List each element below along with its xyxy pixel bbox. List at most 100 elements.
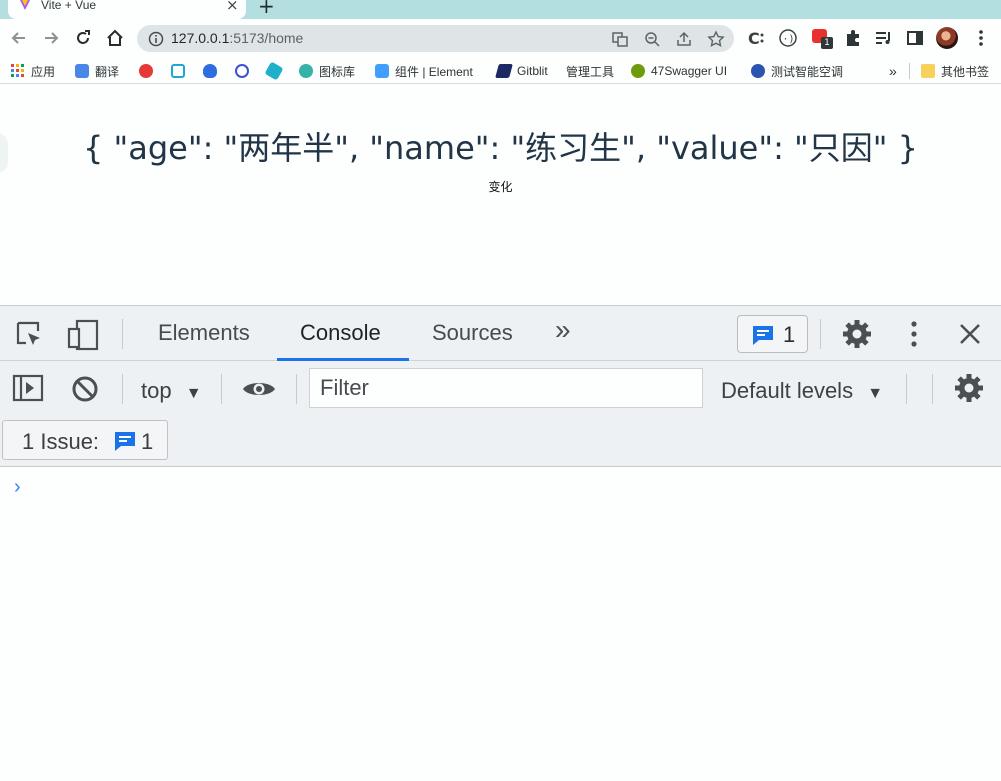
bookmark-aircon[interactable]: 测试智能空调 — [751, 62, 843, 80]
bookmark-hexagon[interactable] — [264, 61, 287, 81]
json-display: { "age": "两年半", "name": "练习生", "value": … — [82, 129, 918, 167]
translate-page-icon[interactable] — [611, 30, 629, 48]
puzzle-icon[interactable] — [843, 28, 863, 48]
bookmark-label: 应用 — [31, 64, 56, 79]
browser-toolbar: 127.0.0.1:5173/home C ·) 1 — [0, 19, 1001, 57]
extension-code-icon[interactable]: ·) — [778, 28, 798, 48]
kebab-menu-icon[interactable] — [971, 28, 991, 48]
info-icon[interactable] — [147, 30, 165, 48]
eye-icon[interactable] — [242, 378, 276, 400]
tab-elements[interactable]: Elements — [158, 320, 250, 346]
filter-input[interactable] — [309, 368, 703, 408]
context-value: top — [141, 378, 172, 403]
bookmark-label: 图标库 — [319, 64, 356, 79]
bookmark-g[interactable] — [139, 62, 159, 80]
tab-sources[interactable]: Sources — [432, 320, 513, 346]
tab-strip: Vite + Vue × + — [0, 0, 1001, 19]
dropdown-arrow-icon: ▼ — [185, 385, 202, 402]
side-panel-icon[interactable] — [905, 28, 925, 48]
g-red-icon — [139, 64, 153, 78]
forward-button[interactable] — [39, 26, 63, 50]
bookmark-element[interactable]: 组件 | Element — [375, 62, 473, 80]
bookmark-swagger[interactable]: 47Swagger UI — [631, 62, 727, 80]
console-toolbar: top ▼ Default levels ▼ — [0, 361, 1001, 415]
translate-icon — [75, 64, 89, 78]
home-icon — [107, 29, 123, 46]
tab-divider — [820, 319, 821, 349]
message-icon — [753, 326, 773, 345]
toolbar-divider — [932, 374, 933, 404]
bilibili-icon — [171, 64, 185, 78]
change-button[interactable]: 变化 — [0, 178, 1001, 195]
new-tab-button[interactable]: + — [258, 0, 275, 18]
bookmark-iconfont[interactable]: 图标库 — [299, 62, 355, 80]
log-levels-dropdown[interactable]: Default levels ▼ — [721, 378, 883, 404]
reload-icon — [77, 30, 90, 44]
bookmark-gitblit[interactable]: Gitblit — [495, 62, 548, 80]
console-prompt-icon: › — [14, 476, 21, 498]
issues-label: 1 Issue: — [22, 429, 100, 454]
toolbar-divider — [221, 374, 222, 404]
url-path: :5173/home — [229, 30, 304, 46]
extension-badge: 1 — [821, 37, 833, 49]
kebab-menu-icon[interactable] — [902, 319, 926, 349]
device-toolbar-icon[interactable] — [67, 319, 101, 351]
clear-console-icon[interactable] — [70, 374, 100, 404]
bookmark-star-icon[interactable] — [707, 30, 725, 48]
extension-c-icon[interactable]: C — [746, 28, 766, 48]
log-levels-value: Default levels — [721, 378, 854, 403]
bookmark-admin-tools[interactable]: 管理工具 — [566, 62, 614, 80]
console-settings-gear-icon[interactable] — [954, 373, 984, 403]
bookmark-bilibili[interactable] — [171, 62, 191, 80]
bookmark-baidu[interactable] — [203, 62, 223, 80]
share-icon[interactable] — [675, 30, 693, 48]
devtools-panel: Elements Console Sources » 1 top ▼ Filte… — [0, 305, 1001, 781]
bookmark-apps[interactable]: 应用 — [11, 62, 55, 80]
message-icon — [115, 432, 135, 451]
bookmark-search[interactable] — [235, 62, 255, 80]
url-text[interactable]: 127.0.0.1:5173/home — [171, 30, 303, 46]
address-bar[interactable]: 127.0.0.1:5173/home — [137, 25, 734, 52]
bookmark-label: 测试智能空调 — [771, 64, 844, 79]
issues-count: 1 — [783, 322, 796, 347]
swagger-icon — [631, 64, 645, 78]
reload-button[interactable] — [71, 26, 95, 50]
media-queue-icon[interactable] — [874, 28, 894, 48]
home-button[interactable] — [103, 26, 127, 50]
extension-red-icon[interactable]: 1 — [812, 28, 833, 49]
profile-avatar[interactable] — [936, 27, 958, 49]
inspect-element-icon[interactable] — [15, 320, 45, 350]
issues-bar: 1 Issue: 1 — [0, 415, 1001, 467]
toolbar-divider — [296, 374, 297, 404]
tab-divider — [122, 319, 123, 349]
issues-counter-button[interactable]: 1 — [737, 315, 808, 353]
zoom-out-icon[interactable] — [643, 30, 661, 48]
bookmark-translate[interactable]: 翻译 — [75, 62, 119, 80]
back-button[interactable] — [7, 26, 31, 50]
settings-gear-icon[interactable] — [842, 319, 872, 349]
page-viewport: { "age": "两年半", "name": "练习生", "value": … — [0, 85, 1001, 306]
tab-title: Vite + Vue — [41, 0, 97, 12]
toolbar-divider — [906, 374, 907, 404]
url-host: 127.0.0.1 — [171, 30, 230, 46]
svg-text:C: C — [748, 29, 760, 48]
issues-link-button[interactable]: 1 Issue: 1 — [2, 420, 168, 460]
baidu-icon — [203, 64, 217, 78]
bookmark-label: 组件 | Element — [395, 64, 473, 79]
sidebar-toggle-icon[interactable] — [12, 374, 44, 402]
other-bookmarks[interactable]: 其他书签 — [921, 62, 989, 80]
tab-active[interactable]: Vite + Vue × — [8, 0, 246, 19]
tab-console[interactable]: Console — [300, 320, 381, 346]
tab-close-button[interactable]: × — [226, 0, 239, 14]
apps-grid-icon — [11, 64, 24, 77]
more-tabs-button[interactable]: » — [555, 314, 571, 346]
bookmarks-overflow-button[interactable]: » — [889, 62, 897, 80]
hexagon-icon — [264, 61, 284, 81]
context-selector[interactable]: top ▼ — [141, 378, 202, 404]
close-icon[interactable] — [957, 321, 983, 347]
aircon-icon — [751, 64, 765, 78]
bookmark-label: Gitblit — [517, 64, 548, 78]
bookmarks-bar: 应用 翻译 图标库 组件 | Element Gitblit 管理工具 47Sw… — [0, 57, 1001, 84]
devtools-tab-bar: Elements Console Sources » 1 — [0, 306, 1001, 361]
console-output[interactable]: › — [0, 467, 1001, 781]
